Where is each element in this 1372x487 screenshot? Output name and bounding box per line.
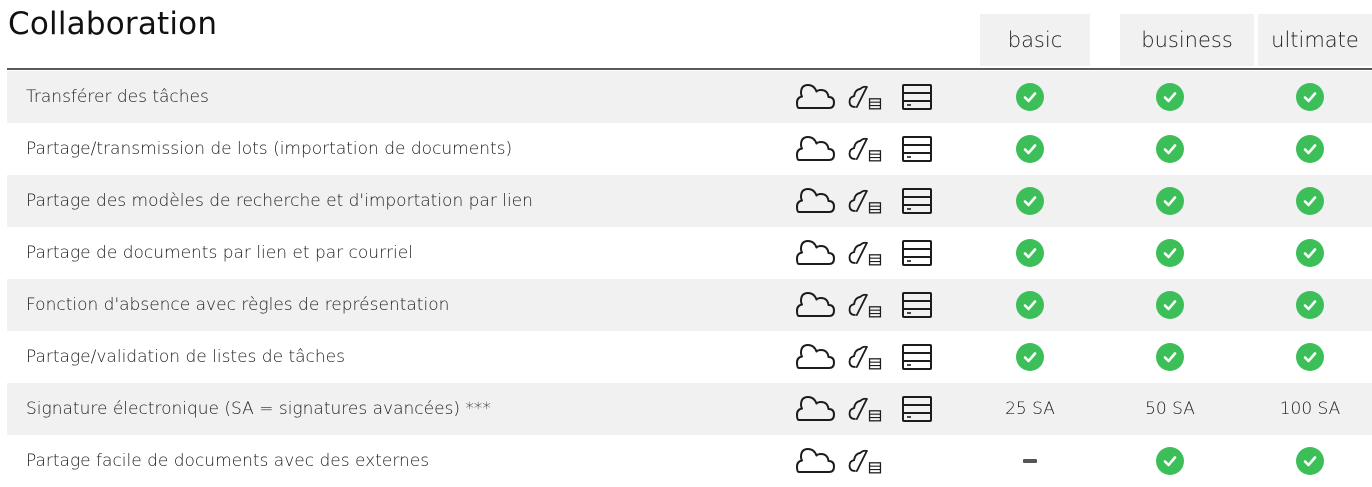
check-circle-icon [1296,83,1324,111]
table-row: Partage de documents par lien et par cou… [7,227,1372,279]
plan-cell-basic: 25 SA [1005,399,1055,419]
plan-cell-basic [975,175,1085,227]
plan-cell-business [1115,227,1225,279]
plan-cell-business [1115,71,1225,123]
feature-label: Partage facile de documents avec des ext… [26,451,430,471]
plan-cell-ultimate [1255,175,1365,227]
plan-cell-basic [975,227,1085,279]
feature-label: Fonction d'absence avec règles de représ… [26,295,450,315]
cloud-icon [795,331,835,383]
plan-cell-business [1115,123,1225,175]
check-circle-icon [1156,291,1184,319]
plan-header-business: business [1120,14,1254,66]
feature-label: Transférer des tâches [26,87,209,107]
check-circle-icon [1156,187,1184,215]
server-icon [897,279,937,331]
plan-cell-basic [975,331,1085,383]
plan-cell-business [1115,331,1225,383]
hybrid-cloud-server-icon [845,279,885,331]
plan-cell-basic [975,435,1085,487]
plan-cell-ultimate [1255,123,1365,175]
check-circle-icon [1016,239,1044,267]
feature-label: Signature électronique (SA = signatures … [26,399,491,419]
hybrid-cloud-server-icon [845,71,885,123]
cloud-icon [795,123,835,175]
hybrid-cloud-server-icon [845,123,885,175]
plan-cell-basic [975,123,1085,175]
server-icon [897,331,937,383]
hybrid-cloud-server-icon [845,435,885,487]
plan-cell-ultimate [1255,331,1365,383]
hybrid-cloud-server-icon [845,175,885,227]
cloud-icon [795,279,835,331]
check-circle-icon [1156,83,1184,111]
check-circle-icon [1296,187,1324,215]
check-circle-icon [1016,187,1044,215]
check-circle-icon [1156,135,1184,163]
server-icon [897,383,937,435]
section-title: Collaboration [8,6,218,42]
check-circle-icon [1156,343,1184,371]
check-circle-icon [1156,239,1184,267]
check-circle-icon [1296,239,1324,267]
check-circle-icon [1296,135,1324,163]
check-circle-icon [1016,83,1044,111]
plan-cell-business [1115,279,1225,331]
cloud-icon [795,175,835,227]
plan-cell-business [1115,435,1225,487]
plan-header-basic: basic [980,14,1090,66]
plan-cell-ultimate [1255,227,1365,279]
plan-cell-basic [975,71,1085,123]
feature-label: Partage/transmission de lots (importatio… [26,139,513,159]
check-circle-icon [1016,343,1044,371]
plan-cell-business [1115,175,1225,227]
plan-cell-ultimate [1255,435,1365,487]
check-circle-icon [1296,343,1324,371]
feature-label: Partage/validation de listes de tâches [26,347,345,367]
check-circle-icon [1156,447,1184,475]
table-row: Fonction d'absence avec règles de représ… [7,279,1372,331]
plan-cell-basic [975,279,1085,331]
table-row: Partage facile de documents avec des ext… [7,435,1372,487]
plan-header-ultimate: ultimate [1258,14,1372,66]
plan-cell-ultimate [1255,279,1365,331]
check-circle-icon [1296,291,1324,319]
cloud-icon [795,227,835,279]
server-icon [897,71,937,123]
hybrid-cloud-server-icon [845,227,885,279]
table-row: Partage/validation de listes de tâches [7,331,1372,383]
hybrid-cloud-server-icon [845,331,885,383]
check-circle-icon [1016,135,1044,163]
check-circle-icon [1296,447,1324,475]
plan-cell-business: 50 SA [1145,399,1195,419]
hybrid-cloud-server-icon [845,383,885,435]
table-row: Transférer des tâches [7,71,1372,123]
table-row: Partage des modèles de recherche et d'im… [7,175,1372,227]
cloud-icon [795,383,835,435]
table-row: Signature électronique (SA = signatures … [7,383,1372,435]
check-circle-icon [1016,291,1044,319]
feature-label: Partage de documents par lien et par cou… [26,243,413,263]
plan-cell-ultimate: 100 SA [1279,399,1341,419]
table-row: Partage/transmission de lots (importatio… [7,123,1372,175]
cloud-icon [795,435,835,487]
server-icon [897,175,937,227]
header-divider [7,68,1372,70]
feature-label: Partage des modèles de recherche et d'im… [26,191,533,211]
plan-cell-ultimate [1255,71,1365,123]
dash-icon [1023,459,1037,463]
cloud-icon [795,71,835,123]
server-icon [897,123,937,175]
server-icon [897,227,937,279]
